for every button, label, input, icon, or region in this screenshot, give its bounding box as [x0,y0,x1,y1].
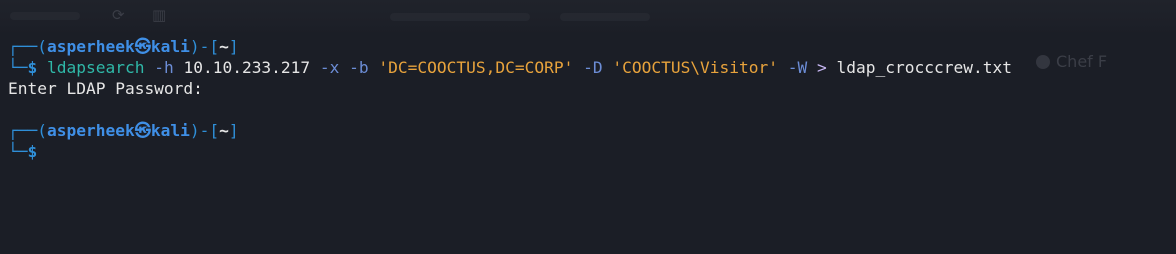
prompt-at-icon: ㉿ [134,37,151,56]
command-bind-dn: 'COOCTUS\Visitor' [612,58,779,77]
terminal-window[interactable]: ⟳ ▥ Chef F ┌──(asperheek㉿kali)-[~] └─$ l… [0,0,1176,254]
chart-icon: ▥ [152,6,167,24]
command-flag-D: -D [583,58,603,77]
prompt-frame-top: ┌──( [8,121,47,140]
command-flag-W: -W [787,58,808,77]
command-flag-h: -h [154,58,174,77]
refresh-icon: ⟳ [112,6,125,24]
prompt-frame-bottom: └─ [8,142,28,161]
command-host-ip: 10.10.233.217 [183,58,311,77]
ghost-bar [390,13,530,21]
command-redirect: > [817,58,827,77]
prompt-close-bracket: ] [228,121,239,140]
prompt-host: kali [150,121,190,140]
prompt-cwd: ~ [219,37,229,56]
output-line: Enter LDAP Password: [8,79,203,98]
prompt-host: kali [150,37,190,56]
prompt-separator: )-[ [189,121,220,140]
ghost-bar [560,13,650,21]
prompt-frame-bottom: └─ [8,58,28,77]
prompt-at-icon: ㉿ [134,121,151,140]
prompt-cwd: ~ [219,121,229,140]
prompt-separator: )-[ [189,37,220,56]
background-window-bleed: ⟳ ▥ [0,0,1176,34]
command-flag-b: -b [349,58,369,77]
terminal-content: ┌──(asperheek㉿kali)-[~] └─$ ldapsearch -… [8,36,1176,162]
command-flag-x: -x [319,58,340,77]
prompt-dollar: $ [27,142,38,161]
command-outfile: ldap_crocccrew.txt [836,58,1012,77]
prompt-line-1: ┌──(asperheek㉿kali)-[~] [8,36,1176,57]
command-name: ldapsearch [47,58,145,77]
prompt-user: asperheek [46,121,135,140]
prompt-close-bracket: ] [228,37,239,56]
command-line: └─$ ldapsearch -h 10.10.233.217 -x -b 'D… [8,57,1176,78]
prompt-frame-top: ┌──( [8,37,47,56]
prompt-line-2: ┌──(asperheek㉿kali)-[~] [8,120,1176,141]
ghost-bar [10,12,80,20]
input-line[interactable]: └─$ [8,141,1176,162]
prompt-dollar: $ [27,58,38,77]
prompt-user: asperheek [46,37,135,56]
command-base-dn: 'DC=COOCTUS,DC=CORP' [378,58,574,77]
